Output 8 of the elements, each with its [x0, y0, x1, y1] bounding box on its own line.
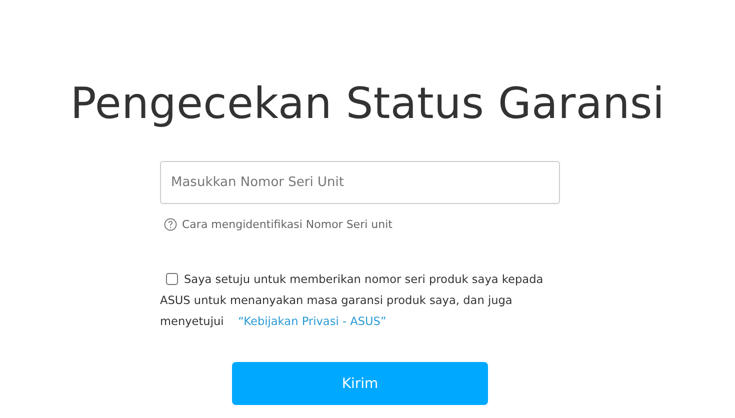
serial-number-field[interactable]: Masukkan Nomor Seri Unit	[160, 161, 560, 204]
consent-checkbox[interactable]	[166, 273, 178, 285]
privacy-policy-link[interactable]: “Kebijakan Privasi - ASUS”	[238, 315, 386, 328]
page-title: Pengecekan Status Garansi	[70, 78, 665, 131]
help-link[interactable]: Cara mengidentifikasi Nomor Seri unit	[182, 218, 392, 231]
submit-button[interactable]: Kirim	[232, 362, 488, 405]
help-icon	[164, 218, 177, 231]
consent-text: Saya setuju untuk memberikan nomor seri produk saya kepada ASUS untuk menanyakan masa garansi produk saya, dan juga menyetujui “Kebijakan Privasi - ASUS”	[160, 272, 544, 330]
